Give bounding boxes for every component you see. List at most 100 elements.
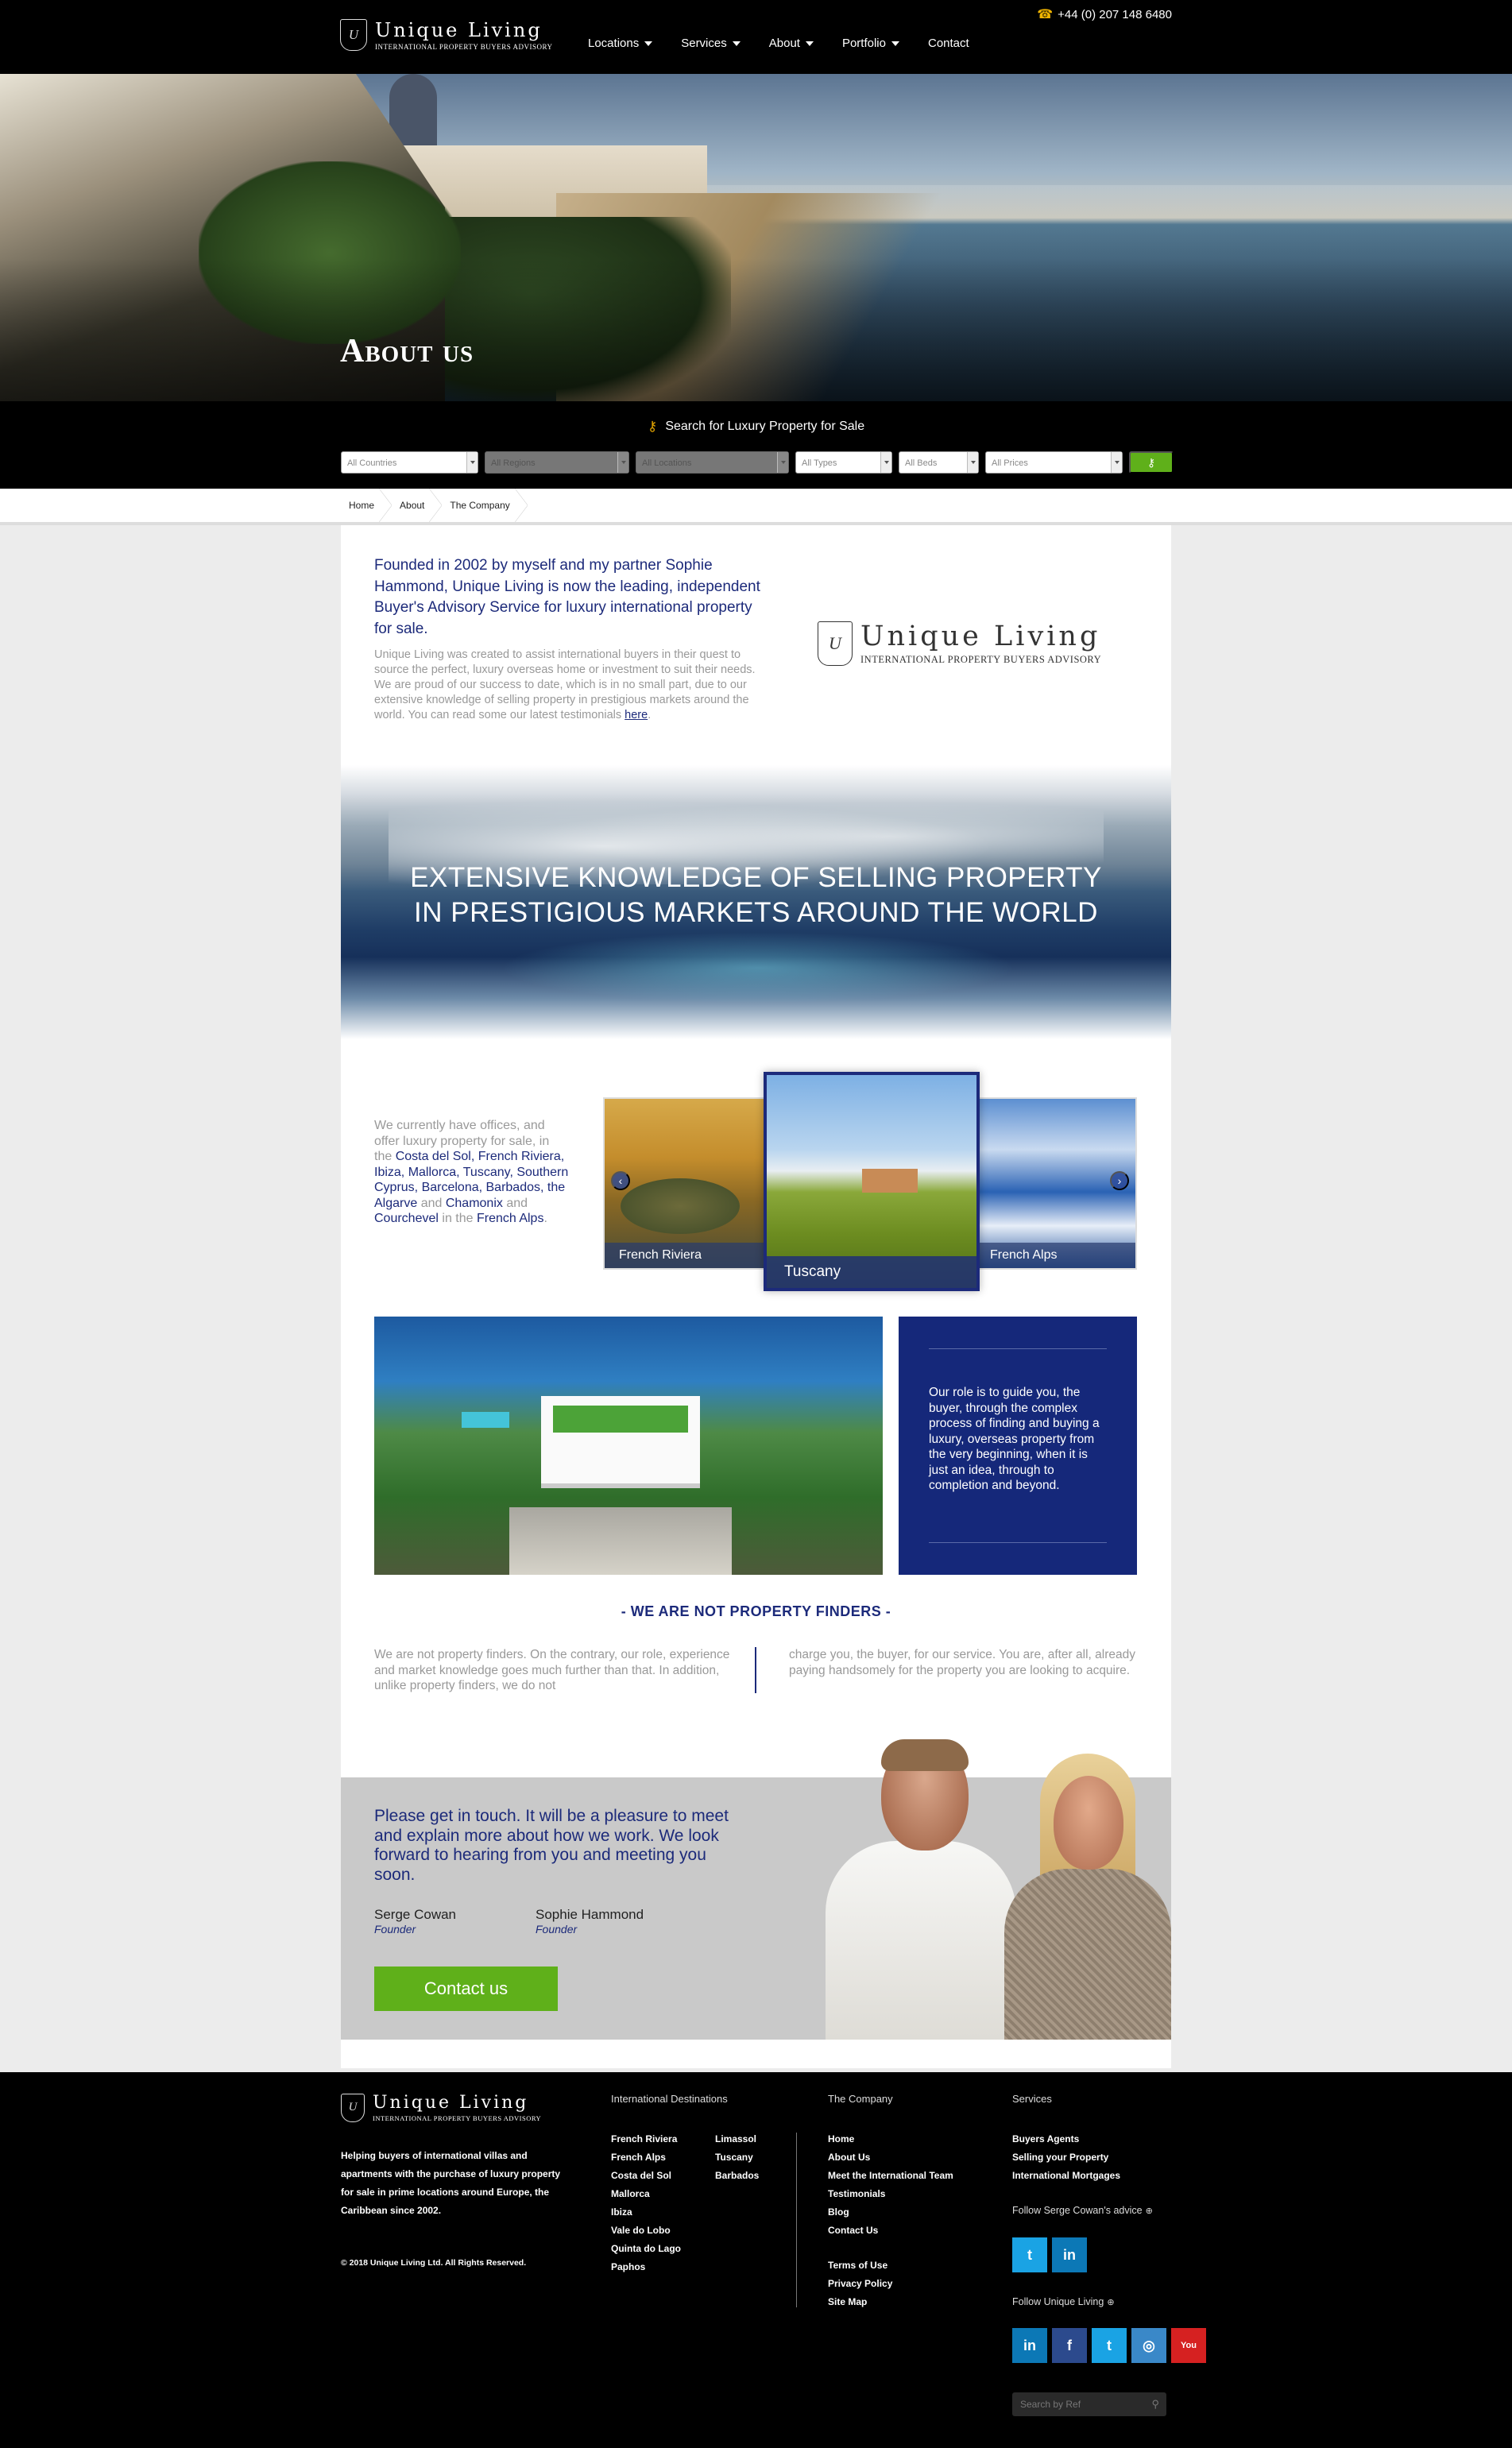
- search-heading: ⚷ Search for Luxury Property for Sale: [647, 419, 865, 434]
- company-social-links: in f t ◎ You: [1012, 2328, 1206, 2363]
- testimonials-link[interactable]: here: [625, 709, 648, 721]
- chevron-down-icon: [466, 452, 478, 473]
- chevron-left-icon[interactable]: ‹: [611, 1171, 630, 1190]
- footer-link[interactable]: Selling your Property: [1012, 2148, 1120, 2167]
- contact-us-button[interactable]: Contact us: [374, 1967, 558, 2011]
- main-content: Founded in 2002 by myself and my partner…: [341, 525, 1171, 2068]
- footer-link[interactable]: French Alps: [611, 2148, 681, 2167]
- twitter-icon[interactable]: t: [1012, 2237, 1047, 2272]
- main-nav: Locations Services About Portfolio Conta…: [588, 37, 969, 50]
- footer-link[interactable]: About Us: [828, 2148, 953, 2167]
- finders-text-left: We are not property finders. On the cont…: [374, 1648, 730, 1692]
- footer-link[interactable]: Buyers Agents: [1012, 2130, 1120, 2148]
- follow-unique-living-link[interactable]: Follow Unique Living ⊕: [1012, 2296, 1115, 2307]
- footer-about: Helping buyers of international villas a…: [341, 2150, 561, 2216]
- external-link-icon: ⊕: [1107, 2297, 1115, 2307]
- founder-role: Founder: [374, 1923, 416, 1936]
- caret-down-icon: [732, 41, 741, 46]
- slide-caption: French Alps: [976, 1243, 1135, 1268]
- country-select[interactable]: All Countries: [341, 451, 478, 474]
- chevron-down-icon: [617, 452, 628, 473]
- footer-link[interactable]: Blog: [828, 2203, 953, 2222]
- footer-link[interactable]: Testimonials: [828, 2185, 953, 2203]
- logo-name: Unique Living: [860, 621, 1101, 652]
- villa-photo: [374, 1317, 883, 1575]
- footer-link[interactable]: International Mortgages: [1012, 2167, 1120, 2185]
- slide-caption: Tuscany: [767, 1256, 976, 1288]
- slide-caption: French Riviera: [605, 1243, 764, 1268]
- location-select[interactable]: All Locations: [636, 451, 789, 474]
- legal-links: Terms of Use Privacy Policy Site Map: [828, 2257, 892, 2311]
- search-button[interactable]: ⚷: [1129, 451, 1174, 474]
- chevron-right-icon[interactable]: ›: [1110, 1171, 1129, 1190]
- role-box: Our role is to guide you, the buyer, thr…: [899, 1317, 1137, 1575]
- region-select[interactable]: All Regions: [485, 451, 629, 474]
- nav-portfolio[interactable]: Portfolio: [842, 37, 899, 50]
- footer-link[interactable]: Meet the International Team: [828, 2167, 953, 2185]
- knowledge-banner: EXTENSIVE KNOWLEDGE OF SELLING PROPERTY …: [341, 765, 1171, 1039]
- footer-link[interactable]: Site Map: [828, 2293, 892, 2311]
- header-logo[interactable]: U Unique Living INTERNATIONAL PROPERTY B…: [340, 19, 553, 51]
- role-text: Our role is to guide you, the buyer, thr…: [929, 1386, 1100, 1492]
- banner-heading: EXTENSIVE KNOWLEDGE OF SELLING PROPERTY …: [410, 862, 1102, 928]
- breadcrumb-the-company[interactable]: The Company: [442, 489, 528, 522]
- footer-link[interactable]: Home: [828, 2130, 953, 2148]
- footer-link[interactable]: Costa del Sol: [611, 2167, 681, 2185]
- breadcrumb-home[interactable]: Home: [341, 489, 393, 522]
- breadcrumb-about[interactable]: About: [392, 489, 443, 522]
- nav-locations[interactable]: Locations: [588, 37, 653, 50]
- beds-select[interactable]: All Beds: [899, 451, 979, 474]
- price-select[interactable]: All Prices: [985, 451, 1123, 474]
- chevron-down-icon: [967, 452, 978, 473]
- instagram-icon[interactable]: ◎: [1131, 2328, 1166, 2363]
- nav-services[interactable]: Services: [681, 37, 741, 50]
- logo-tagline: INTERNATIONAL PROPERTY BUYERS ADVISORY: [373, 2114, 542, 2122]
- footer-link[interactable]: Contact Us: [828, 2222, 953, 2240]
- destinations-list: Limassol Tuscany Barbados: [715, 2130, 759, 2185]
- destinations-list: French Riviera French Alps Costa del Sol…: [611, 2130, 681, 2276]
- nav-contact[interactable]: Contact: [928, 37, 969, 50]
- footer-link[interactable]: Privacy Policy: [828, 2275, 892, 2293]
- founder-name: Serge Cowan: [374, 1907, 457, 1922]
- destinations-heading: International Destinations: [611, 2093, 728, 2105]
- facebook-icon[interactable]: f: [1052, 2328, 1087, 2363]
- founder-serge: Serge Cowan Founder: [374, 1907, 456, 1936]
- footer-link[interactable]: Paphos: [611, 2258, 681, 2276]
- footer-link[interactable]: Terms of Use: [828, 2257, 892, 2275]
- footer-link[interactable]: Ibiza: [611, 2203, 681, 2222]
- company-links: Home About Us Meet the International Tea…: [828, 2130, 953, 2240]
- nav-about[interactable]: About: [769, 37, 814, 50]
- search-filters: All Countries All Regions All Locations …: [341, 451, 1174, 474]
- youtube-icon[interactable]: You: [1171, 2328, 1206, 2363]
- divider: [755, 1647, 756, 1693]
- search-by-ref-input[interactable]: Search by Ref ⚲: [1012, 2392, 1166, 2416]
- breadcrumb-bar: Home About The Company: [0, 489, 1512, 525]
- linkedin-icon[interactable]: in: [1052, 2237, 1087, 2272]
- phone-link[interactable]: ☎ +44 (0) 207 148 6480: [1037, 6, 1172, 22]
- footer-link[interactable]: Limassol: [715, 2130, 759, 2148]
- founders-photo: [818, 1739, 1171, 2040]
- footer-logo[interactable]: U Unique Living INTERNATIONAL PROPERTY B…: [341, 2093, 541, 2122]
- site-footer: U Unique Living INTERNATIONAL PROPERTY B…: [0, 2072, 1512, 2448]
- linkedin-icon[interactable]: in: [1012, 2328, 1047, 2363]
- type-select[interactable]: All Types: [795, 451, 892, 474]
- twitter-icon[interactable]: t: [1092, 2328, 1127, 2363]
- follow-serge-link[interactable]: Follow Serge Cowan's advice ⊕: [1012, 2205, 1153, 2216]
- company-heading: The Company: [828, 2093, 893, 2105]
- serge-social-links: t in: [1012, 2237, 1087, 2272]
- footer-link[interactable]: Tuscany: [715, 2148, 759, 2167]
- footer-link[interactable]: French Riviera: [611, 2130, 681, 2148]
- logo-name: Unique Living: [373, 2093, 529, 2113]
- footer-link[interactable]: Mallorca: [611, 2185, 681, 2203]
- carousel-slide-tuscany[interactable]: Tuscany: [764, 1072, 980, 1291]
- footer-link[interactable]: Quinta do Lago: [611, 2240, 681, 2258]
- logo-tagline: INTERNATIONAL PROPERTY BUYERS ADVISORY: [860, 654, 1102, 665]
- footer-link[interactable]: Vale do Lobo: [611, 2222, 681, 2240]
- divider: [929, 1542, 1107, 1543]
- footer-link[interactable]: Barbados: [715, 2167, 759, 2185]
- caret-down-icon: [644, 41, 653, 46]
- caret-down-icon: [805, 41, 814, 46]
- intro-body: Unique Living was created to assist inte…: [374, 648, 756, 721]
- services-links: Buyers Agents Selling your Property Inte…: [1012, 2130, 1120, 2185]
- property-search-bar: ⚷ Search for Luxury Property for Sale Al…: [0, 401, 1512, 489]
